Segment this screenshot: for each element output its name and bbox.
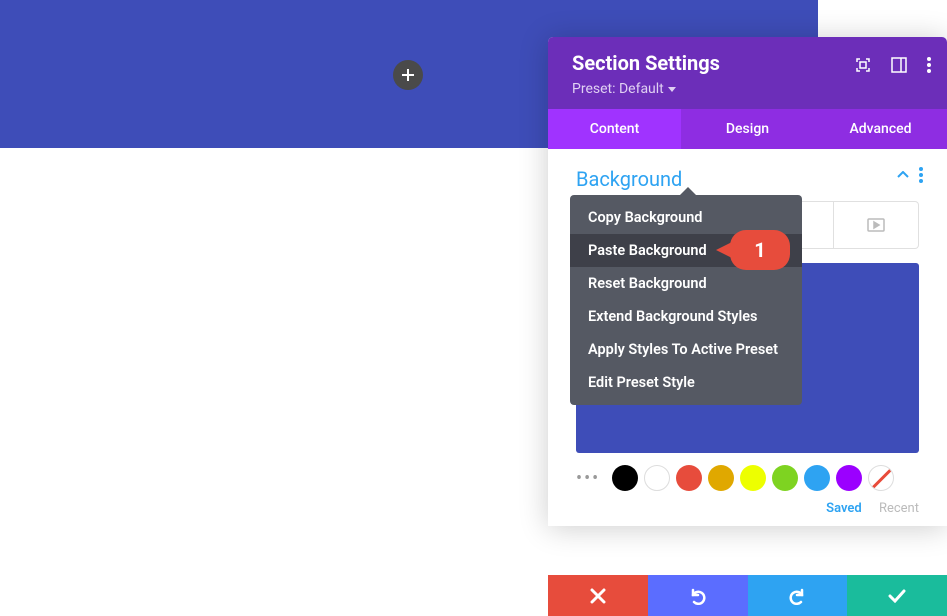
layout-icon[interactable]	[891, 57, 907, 73]
close-button[interactable]	[548, 575, 648, 616]
video-icon	[867, 218, 885, 232]
preset-selector[interactable]: Preset: Default	[572, 81, 923, 97]
swatch-blue[interactable]	[804, 465, 830, 491]
more-swatches-icon[interactable]: •••	[576, 468, 600, 489]
undo-button[interactable]	[648, 575, 748, 616]
panel-footer	[548, 575, 947, 616]
context-menu: Copy Background Paste Background Reset B…	[570, 195, 802, 405]
swatch-orange[interactable]	[708, 465, 734, 491]
swatch-none[interactable]	[868, 465, 894, 491]
tab-advanced[interactable]: Advanced	[814, 109, 947, 149]
check-icon	[888, 589, 906, 603]
background-section: Background	[548, 149, 947, 201]
menu-edit-preset[interactable]: Edit Preset Style	[570, 366, 802, 399]
collapse-icon[interactable]	[897, 171, 909, 179]
close-icon	[590, 588, 606, 604]
callout-number: 1	[754, 238, 765, 262]
add-section-button[interactable]	[393, 60, 423, 90]
redo-icon	[788, 587, 806, 605]
menu-extend-styles[interactable]: Extend Background Styles	[570, 300, 802, 333]
plus-icon	[402, 69, 414, 81]
panel-tabs: Content Design Advanced	[548, 109, 947, 149]
menu-reset-background[interactable]: Reset Background	[570, 267, 802, 300]
tab-design[interactable]: Design	[681, 109, 814, 149]
menu-apply-preset[interactable]: Apply Styles To Active Preset	[570, 333, 802, 366]
color-swatches: •••	[548, 465, 947, 501]
section-more-icon[interactable]	[919, 167, 923, 183]
swatch-red[interactable]	[676, 465, 702, 491]
swatch-tabs: Saved Recent	[548, 501, 947, 526]
focus-icon[interactable]	[855, 57, 871, 73]
tab-content[interactable]: Content	[548, 109, 681, 149]
swatch-purple[interactable]	[836, 465, 862, 491]
more-vertical-icon[interactable]	[927, 57, 931, 73]
undo-icon	[689, 587, 707, 605]
swatch-black[interactable]	[612, 465, 638, 491]
saved-tab[interactable]: Saved	[826, 501, 862, 516]
redo-button[interactable]	[748, 575, 848, 616]
section-title[interactable]: Background	[576, 167, 919, 191]
caret-down-icon	[668, 87, 676, 92]
annotation-callout: 1	[730, 230, 790, 270]
bg-type-video[interactable]	[834, 201, 920, 249]
save-button[interactable]	[847, 575, 947, 616]
panel-header: Section Settings Preset: Default	[548, 37, 947, 109]
swatch-white[interactable]	[644, 465, 670, 491]
swatch-green[interactable]	[772, 465, 798, 491]
swatch-yellow[interactable]	[740, 465, 766, 491]
recent-tab[interactable]: Recent	[879, 501, 919, 516]
